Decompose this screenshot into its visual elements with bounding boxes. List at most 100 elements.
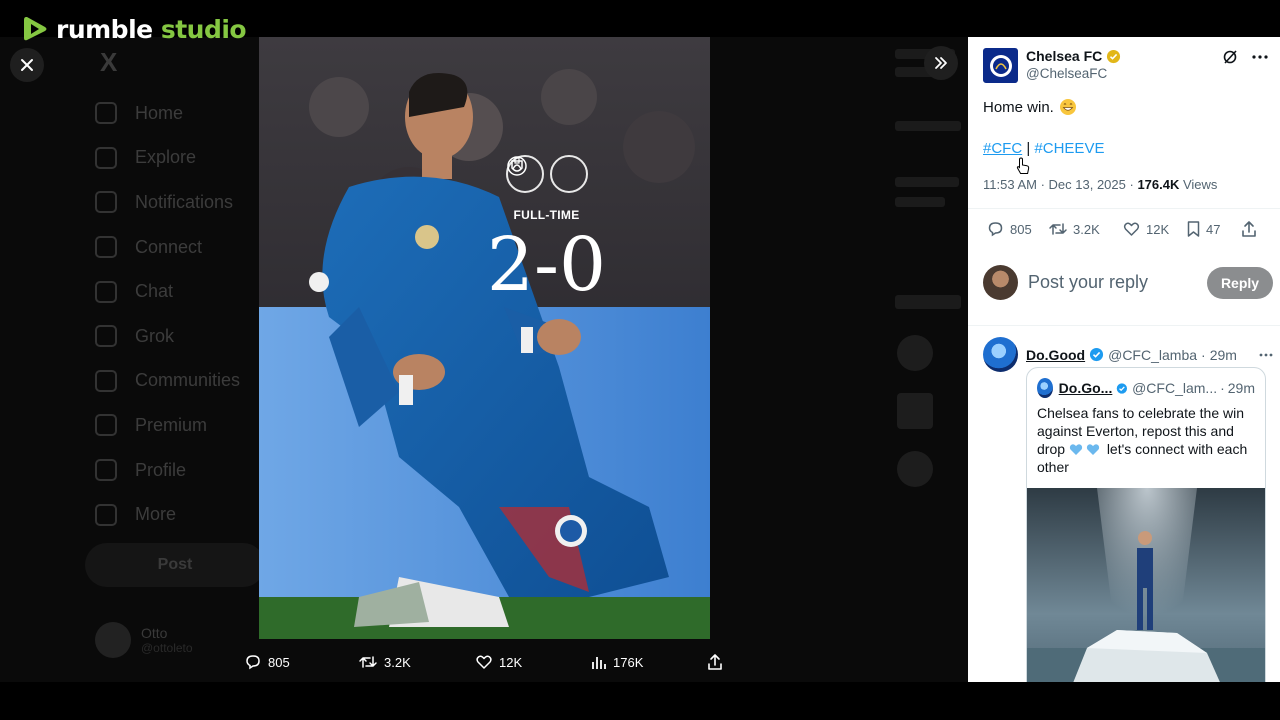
quote-media-image[interactable] (1027, 488, 1266, 682)
quote-age-separator: · (1220, 380, 1225, 396)
reply-tweet[interactable]: Do.Good @CFC_lamba · 29m Do.Go... @CFC_l… (983, 337, 1273, 682)
media-repost-count: 3.2K (384, 654, 411, 670)
brand-text: rumble studio (56, 14, 247, 44)
avatar (897, 335, 933, 371)
hashtag-separator: | (1026, 140, 1031, 157)
reply-submit-button[interactable]: Reply (1207, 266, 1273, 299)
share-button[interactable] (1241, 220, 1257, 238)
tweet-panel: Chelsea FC @ChelseaFC Home win. #CFC | #… (968, 37, 1280, 682)
author-name[interactable]: Chelsea FC (1026, 48, 1102, 64)
repost-count: 3.2K (1073, 221, 1100, 237)
close-button[interactable] (10, 48, 44, 82)
tweet-action-bar: 805 3.2K 12K 47 (986, 220, 1266, 242)
account-handle: @ottoleto (141, 641, 193, 655)
sidebar-item-label: Grok (135, 325, 175, 346)
sidebar-item-connect[interactable]: Connect (95, 225, 265, 270)
account-name: Otto (141, 625, 168, 641)
sidebar-item-label: Explore (135, 147, 197, 168)
avatar (897, 451, 933, 487)
sidebar-item-label: Premium (135, 414, 208, 435)
tweet-author: Chelsea FC @ChelseaFC (983, 48, 1121, 83)
reply-age-separator: · (1201, 346, 1206, 363)
comment-icon (988, 222, 1003, 237)
sidebar-item-label: Home (135, 102, 184, 123)
avatar[interactable] (983, 48, 1018, 83)
more-options-icon[interactable] (1252, 54, 1268, 60)
media-image[interactable]: FULL-TIME 2-0 (259, 37, 710, 639)
media-views-button[interactable]: 176K (591, 654, 643, 670)
reply-composer: Post your reply Reply (983, 265, 1273, 300)
quoted-tweet[interactable]: Do.Go... @CFC_lam... · 29m Chelsea fans … (1026, 367, 1266, 682)
avatar[interactable] (983, 337, 1018, 372)
more-options-icon[interactable] (1259, 352, 1273, 358)
x-premium-icon (95, 414, 117, 437)
grok-slash-icon[interactable] (1222, 49, 1238, 65)
verified-gold-icon (1107, 49, 1121, 63)
quote-author-name: Do.Go... (1058, 380, 1113, 396)
x-logo-icon: X (100, 47, 118, 77)
reply-button[interactable]: 805 (986, 220, 1032, 238)
sidebar-item-label: Communities (135, 370, 241, 391)
sidebar-item-notifications[interactable]: Notifications (95, 180, 265, 225)
rumble-play-logo (24, 17, 47, 41)
fulltime-label: FULL-TIME (513, 208, 580, 222)
post-button[interactable]: Post (85, 543, 265, 587)
grok-icon (95, 325, 117, 348)
hashtag-cheeve-link[interactable]: #CHEEVE (1034, 140, 1104, 157)
chelsea-crest-icon (989, 54, 1012, 77)
collapse-panel-button[interactable] (924, 46, 958, 80)
share-icon (708, 654, 722, 670)
sidebar-item-label: Profile (135, 459, 187, 480)
reply-input[interactable]: Post your reply (1028, 272, 1207, 293)
repost-button[interactable]: 3.2K (1048, 220, 1100, 238)
background-right-column (895, 37, 968, 682)
quote-header: Do.Go... @CFC_lam... · 29m (1027, 368, 1265, 398)
sidebar-item-communities[interactable]: Communities (95, 359, 265, 404)
sidebar-item-label: Notifications (135, 191, 234, 212)
tweet-date[interactable]: Dec 13, 2025 (1049, 177, 1126, 192)
media-share-button[interactable] (707, 653, 723, 671)
hashtag-cfc-link[interactable]: #CFC (983, 140, 1022, 157)
media-reply-button[interactable]: 805 (244, 653, 290, 671)
mail-icon (95, 280, 117, 303)
placeholder-line (895, 197, 945, 207)
rumble-studio-watermark: rumble studio (22, 14, 247, 44)
media-reply-count: 805 (268, 654, 290, 670)
reply-author-handle[interactable]: @CFC_lamba (1108, 347, 1197, 363)
home-icon (95, 102, 117, 125)
sidebar-item-profile[interactable]: Profile (95, 448, 265, 493)
avatar (897, 393, 933, 429)
quote-age: 29m (1227, 380, 1255, 396)
bookmark-button[interactable]: 47 (1186, 220, 1220, 238)
background-sidebar: X Home Explore Notifications Connect Cha… (95, 47, 265, 537)
avatar (1037, 378, 1053, 398)
reply-age[interactable]: 29m (1210, 347, 1237, 363)
sidebar-item-home[interactable]: Home (95, 91, 265, 136)
brand-word-rumble: rumble (56, 14, 153, 44)
media-repost-button[interactable]: 3.2K (358, 653, 411, 671)
avatar (983, 265, 1018, 300)
tweet-views-label: Views (1182, 177, 1218, 192)
divider (968, 325, 1280, 326)
tweet-time[interactable]: 11:53 AM (983, 177, 1037, 192)
media-like-button[interactable]: 12K (475, 653, 522, 671)
verified-blue-icon (1090, 347, 1104, 362)
sidebar-item-premium[interactable]: Premium (95, 403, 265, 448)
bookmark-count: 47 (1206, 221, 1221, 237)
media-action-bar: 805 3.2K 12K 176K (236, 645, 736, 679)
repost-icon (359, 656, 377, 668)
team-crests (506, 155, 588, 193)
sidebar-item-more[interactable]: More (95, 492, 265, 537)
divider (968, 208, 1280, 209)
like-button[interactable]: 12K (1122, 220, 1169, 238)
tweet-body: Home win. (983, 98, 1054, 116)
account-switcher[interactable]: Otto @ottoleto (95, 622, 193, 658)
sidebar-item-chat[interactable]: Chat (95, 269, 265, 314)
author-handle[interactable]: @ChelseaFC (1026, 66, 1121, 81)
share-icon (1242, 221, 1256, 237)
everton-crest-icon (511, 155, 588, 193)
sidebar-item-grok[interactable]: Grok (95, 314, 265, 359)
more-circle-icon (95, 503, 117, 526)
reply-author-name[interactable]: Do.Good (1026, 347, 1085, 363)
sidebar-item-explore[interactable]: Explore (95, 136, 265, 181)
